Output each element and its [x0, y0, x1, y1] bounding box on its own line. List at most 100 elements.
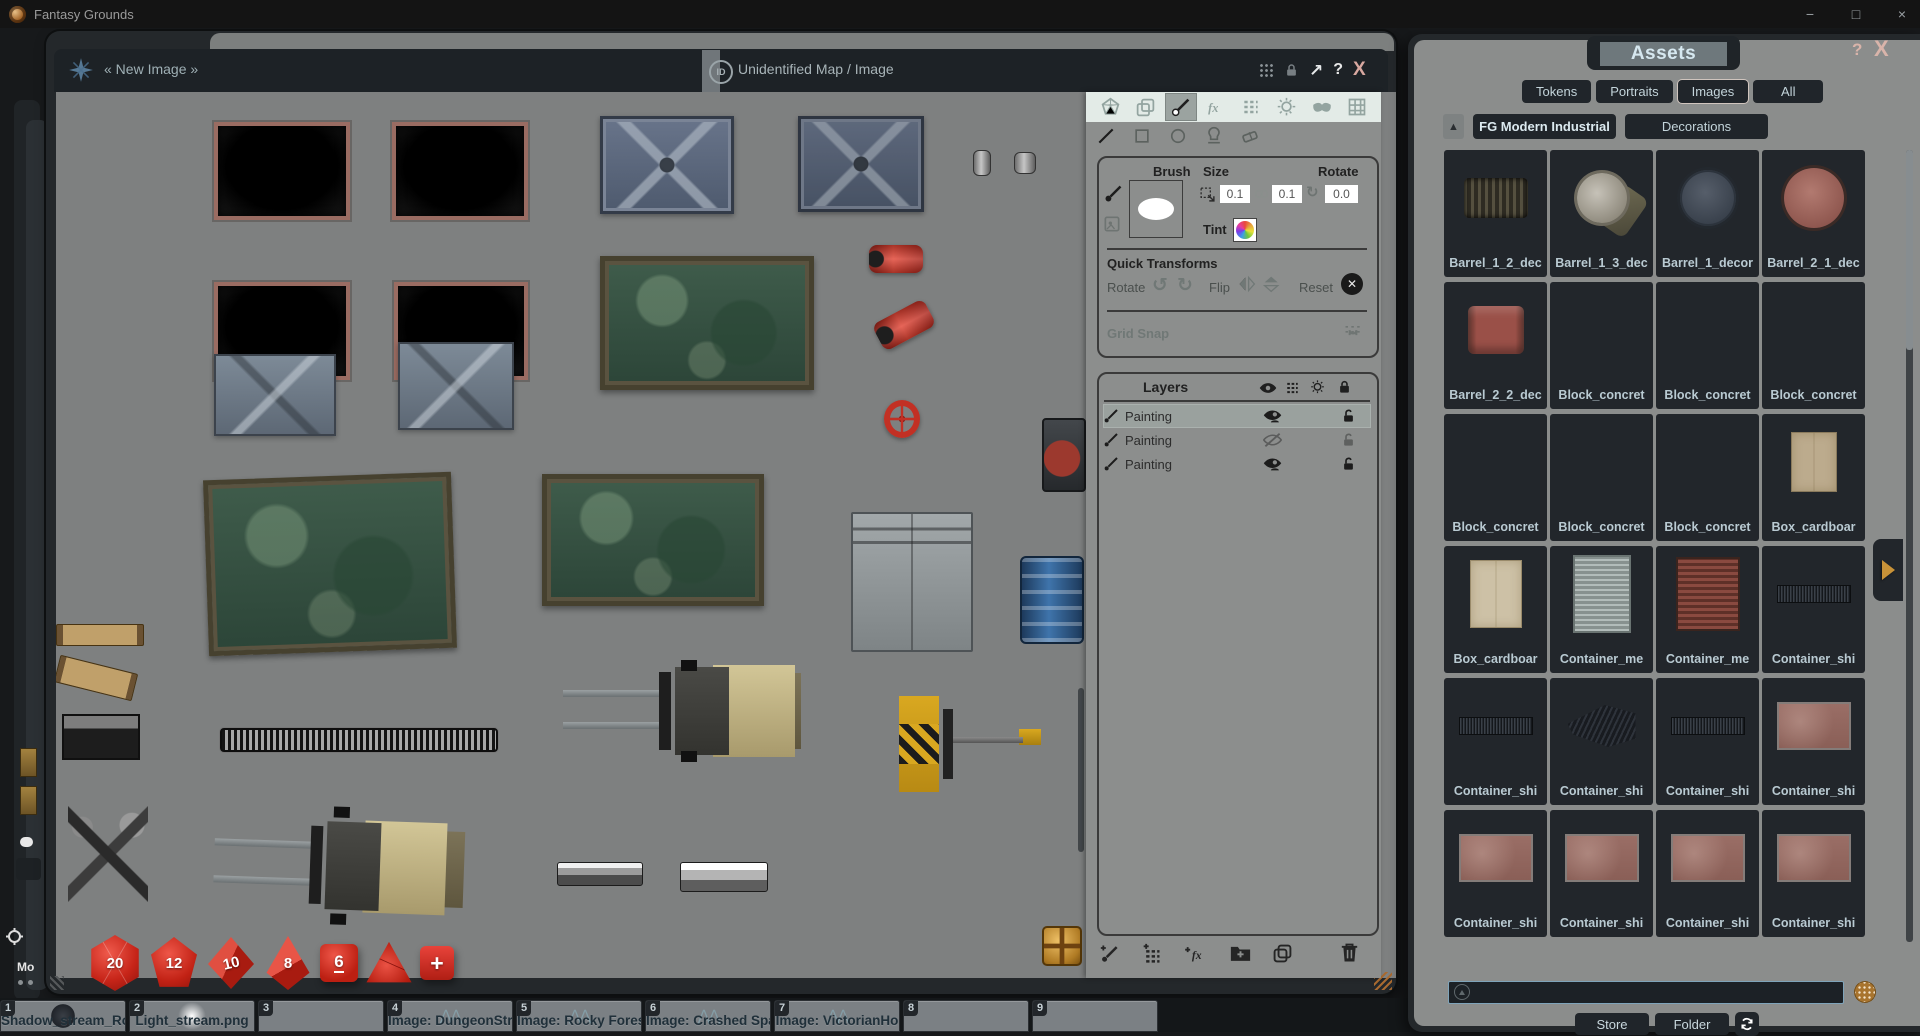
map-object-fire-extinguisher[interactable]	[869, 245, 923, 273]
help-icon[interactable]: ?	[1333, 61, 1343, 79]
map-object-crate[interactable]	[62, 714, 140, 760]
asset-search-input[interactable]	[1448, 981, 1844, 1004]
asset-item[interactable]: Container_shi	[1656, 678, 1759, 805]
lighting-tool-icon[interactable]	[1270, 93, 1302, 121]
asset-item[interactable]: Block_concret	[1550, 282, 1653, 409]
die[interactable]: 6	[320, 944, 358, 982]
hotbar-slot[interactable]: 6 Image: Crashed Spa	[645, 1000, 771, 1032]
new-image-tab[interactable]: « New Image »	[104, 61, 198, 77]
map-object-dumpster[interactable]	[214, 122, 350, 220]
asset-item[interactable]: Barrel_1_3_dec	[1550, 150, 1653, 277]
map-object-metal-plate[interactable]	[214, 354, 336, 436]
tint-color-swatch[interactable]	[1233, 218, 1257, 242]
map-object-fire-extinguisher[interactable]	[871, 298, 936, 352]
map-object-pump[interactable]	[1020, 556, 1084, 644]
asset-item[interactable]: Container_shi	[1444, 678, 1547, 805]
ellipse-tool-icon[interactable]	[1168, 126, 1188, 146]
assets-help-icon[interactable]: ?	[1852, 40, 1862, 60]
asset-item[interactable]: Container_me	[1550, 546, 1653, 673]
stamp-image-mode-icon[interactable]	[1102, 214, 1122, 234]
hotbar-slot[interactable]: 2 Light_stream.png	[129, 1000, 255, 1032]
lightbulb-icon[interactable]	[1309, 379, 1326, 396]
module-filter-button[interactable]: FG Modern Industrial	[1473, 114, 1616, 139]
canvas-scrollbar[interactable]	[1078, 688, 1084, 852]
map-object-rail[interactable]	[680, 862, 768, 892]
targeting-crosshair-icon[interactable]	[6, 928, 23, 945]
map-object-forklift[interactable]	[212, 795, 486, 936]
map-object-gold-crate[interactable]	[1042, 926, 1082, 966]
hotbar-slot[interactable]: 1 Shadow_stream_Ro	[0, 1000, 126, 1032]
map-object-open-dumpster[interactable]	[600, 256, 814, 390]
asset-item[interactable]: Container_me	[1656, 546, 1759, 673]
brush-size-y-input[interactable]	[1272, 185, 1302, 203]
asset-item[interactable]: Barrel_2_1_dec	[1762, 150, 1865, 277]
stamp-tool-icon[interactable]	[1204, 126, 1224, 146]
decorations-folder-button[interactable]: Decorations	[1625, 114, 1768, 139]
link-dimensions-icon[interactable]	[1254, 188, 1269, 200]
rotate-cw-icon[interactable]: ↻	[1177, 274, 1193, 297]
add-paint-layer-icon[interactable]	[1100, 943, 1120, 963]
map-object-forklift[interactable]	[563, 654, 801, 768]
rotate-ccw-icon[interactable]: ↺	[1152, 274, 1168, 297]
asset-item[interactable]: Box_cardboar	[1762, 414, 1865, 541]
brush-size-x-input[interactable]	[1220, 185, 1250, 203]
asset-item[interactable]: Container_shi	[1550, 810, 1653, 937]
map-object-grate[interactable]	[220, 728, 498, 752]
add-grid-layer-icon[interactable]	[1142, 943, 1162, 963]
popout-arrow-icon[interactable]: ↗	[1309, 62, 1323, 79]
tab-all[interactable]: All	[1753, 80, 1823, 103]
lock-icon[interactable]	[1337, 379, 1352, 395]
map-object-pipe[interactable]	[1014, 152, 1036, 174]
map-object-pipe[interactable]	[973, 150, 991, 176]
hidden-eye-icon[interactable]	[1263, 432, 1282, 448]
die[interactable]: 20	[88, 935, 142, 991]
rectangle-tool-icon[interactable]	[1132, 126, 1152, 146]
map-object-open-dumpster[interactable]	[542, 474, 764, 606]
asset-item[interactable]: Container_shi	[1444, 810, 1547, 937]
unlocked-icon[interactable]	[1341, 456, 1356, 472]
brush-preview[interactable]	[1129, 180, 1183, 238]
asset-item[interactable]: Container_shi	[1762, 810, 1865, 937]
freehand-tool-icon[interactable]	[1096, 126, 1116, 146]
dice-tool-icon[interactable]	[1094, 93, 1126, 121]
player-visible-icon[interactable]	[1263, 408, 1282, 424]
brush-mode-icon[interactable]	[1103, 184, 1123, 204]
duplicate-layer-icon[interactable]	[1273, 944, 1292, 963]
tab-tokens[interactable]: Tokens	[1522, 80, 1591, 103]
reset-transforms-button[interactable]: ✕	[1341, 273, 1363, 295]
dashed-grid-icon[interactable]	[1285, 381, 1300, 395]
eye-icon[interactable]	[1259, 381, 1277, 395]
flip-horizontal-icon[interactable]	[1237, 275, 1257, 293]
minimize-button[interactable]: −	[1800, 6, 1820, 22]
refresh-button[interactable]	[1735, 1012, 1759, 1036]
layers-tool-icon[interactable]	[1129, 93, 1161, 121]
delete-layer-icon[interactable]	[1340, 943, 1359, 963]
die[interactable]: 8	[263, 936, 313, 990]
add-effect-layer-icon[interactable]: fx	[1184, 943, 1208, 963]
assets-scrollbar-thumb[interactable]	[1906, 150, 1913, 350]
eraser-tool-icon[interactable]	[1240, 126, 1260, 146]
hotbar-slot[interactable]: 9	[1032, 1000, 1158, 1032]
asset-item[interactable]: Container_shi	[1762, 546, 1865, 673]
hotbar-slot[interactable]: 3	[258, 1000, 384, 1032]
asset-item[interactable]: Box_cardboar	[1444, 546, 1547, 673]
paint-tool-icon[interactable]	[1165, 93, 1197, 121]
layer-row[interactable]: Painting	[1103, 404, 1371, 428]
hotbar-slot[interactable]: 7 Image: VictorianHo	[774, 1000, 900, 1032]
asset-item[interactable]: Block_concret	[1762, 282, 1865, 409]
map-object-valve-wheel[interactable]	[884, 400, 920, 438]
die[interactable]	[365, 940, 413, 986]
select-tool-icon[interactable]	[1235, 93, 1267, 121]
map-object-plank[interactable]	[56, 624, 144, 646]
grid-tool-icon[interactable]	[1341, 93, 1373, 121]
map-object-metal-plate[interactable]	[398, 342, 514, 430]
asset-item[interactable]: Container_shi	[1656, 810, 1759, 937]
grid-snap-toggle-icon[interactable]	[1343, 321, 1363, 341]
layer-row[interactable]: Painting	[1103, 428, 1371, 452]
map-object-crossed-tools[interactable]	[68, 806, 148, 902]
window-close-icon[interactable]: X	[1353, 59, 1366, 81]
map-object-open-dumpster[interactable]	[203, 472, 457, 657]
assets-close-icon[interactable]: X	[1874, 36, 1889, 62]
map-object-rail[interactable]	[557, 862, 643, 886]
die[interactable]: 10	[206, 937, 256, 989]
